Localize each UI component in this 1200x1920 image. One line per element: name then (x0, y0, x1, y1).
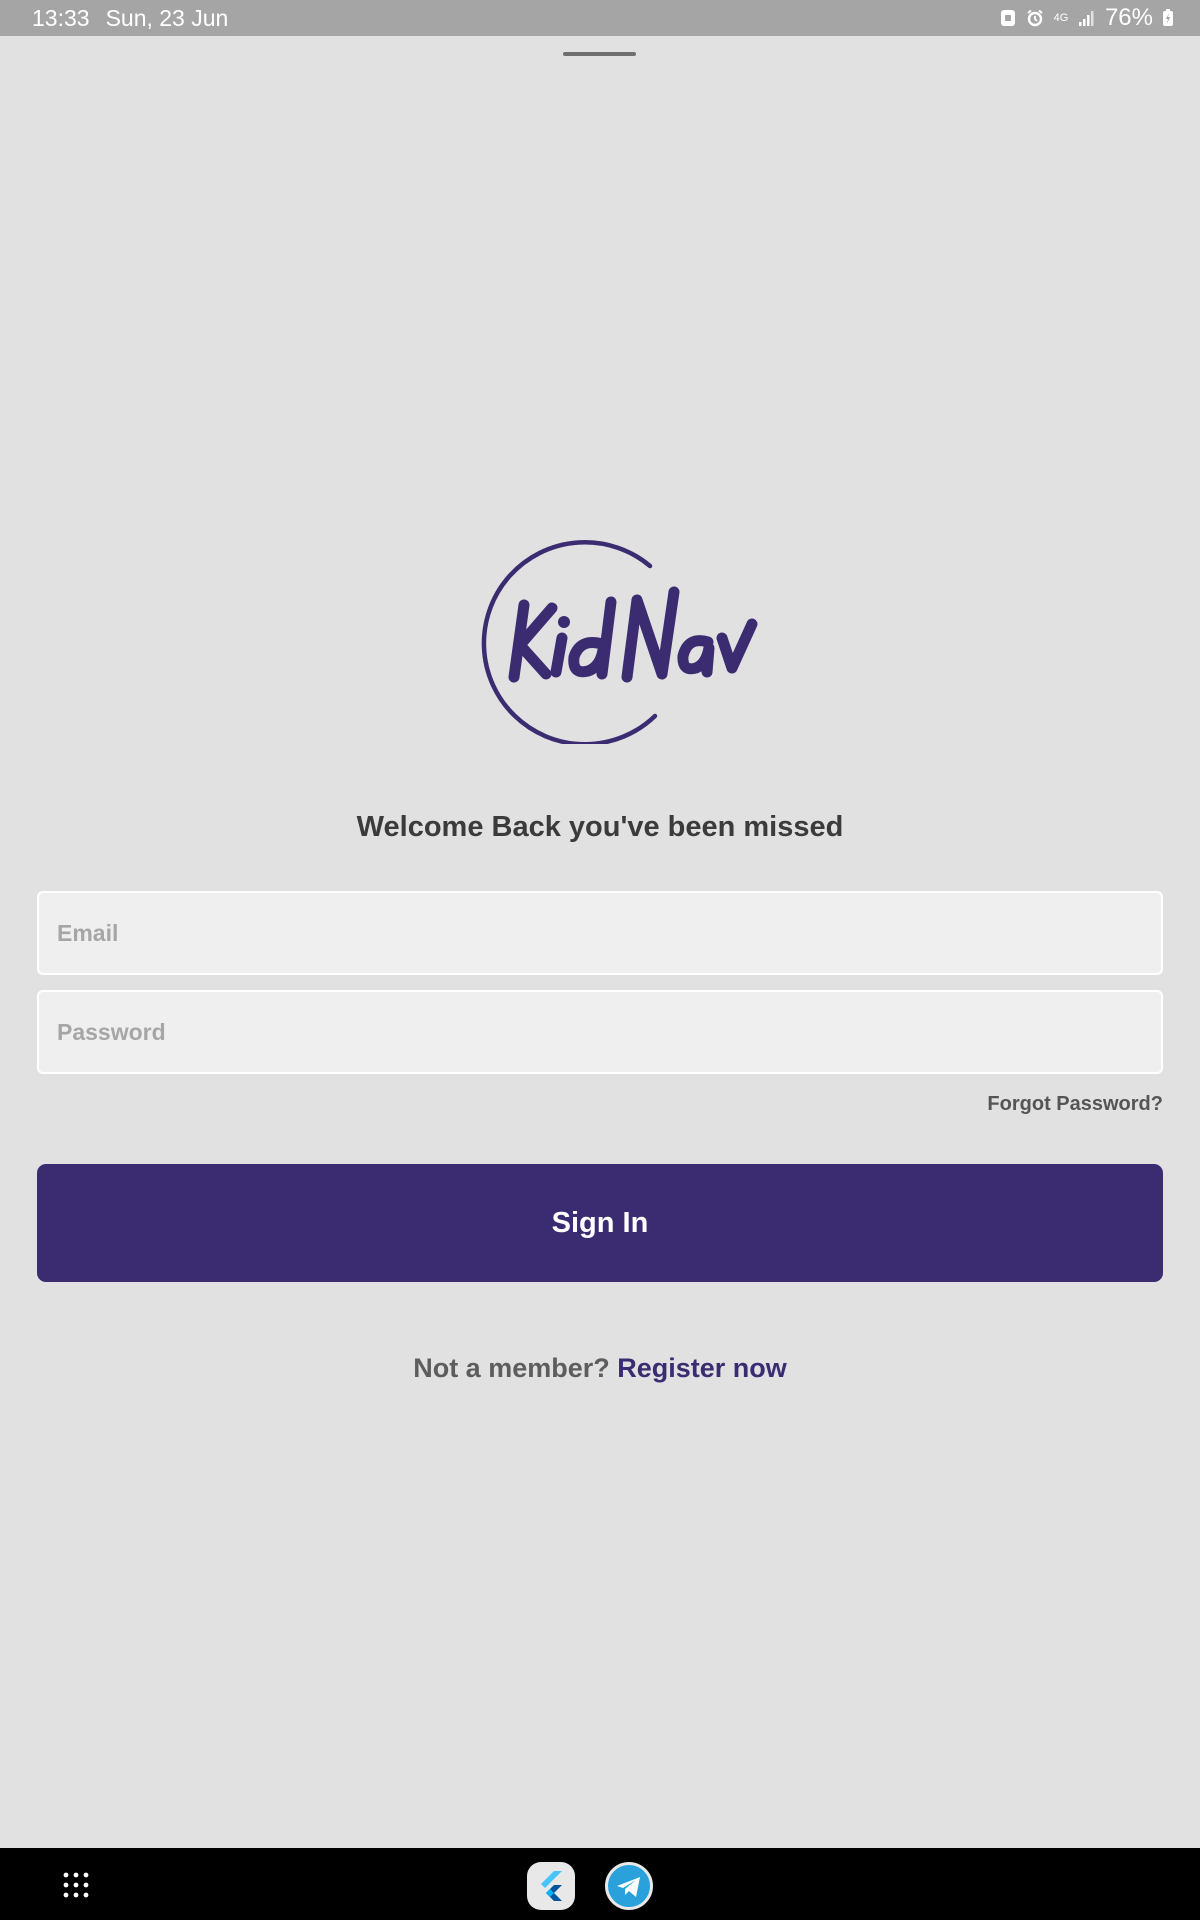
forgot-password-link[interactable]: Forgot Password? (987, 1093, 1163, 1116)
register-prefix: Not a member? (413, 1353, 610, 1383)
status-bar: 13:33 Sun, 23 Jun 4G 76% (0, 0, 1200, 36)
status-right: 4G 76% (999, 4, 1174, 32)
alarm-icon (1027, 9, 1043, 27)
register-prompt: Not a member? Register now (0, 1353, 1200, 1384)
signal-icon (1078, 11, 1094, 26)
register-now-link[interactable]: Register now (617, 1353, 787, 1383)
battery-charging-icon (1163, 9, 1173, 26)
welcome-heading: Welcome Back you've been missed (356, 811, 844, 843)
kidnav-logo (481, 540, 758, 744)
email-field[interactable] (37, 891, 1163, 975)
telegram-plane-icon (617, 1877, 640, 1897)
screenshot-icon (1000, 10, 1015, 26)
status-date: Sun, 23 Jun (105, 4, 229, 31)
taskbar (0, 1848, 1200, 1920)
password-field[interactable] (37, 990, 1163, 1074)
login-screen: 13:33 Sun, 23 Jun 4G 76% Welcome Back yo… (0, 0, 1200, 1920)
status-time: 13:33 (32, 4, 90, 31)
sign-in-button[interactable]: Sign In (37, 1164, 1163, 1282)
email-input[interactable] (57, 919, 1161, 947)
network-label: 4G (1053, 11, 1069, 24)
status-left: 13:33 Sun, 23 Jun (32, 5, 228, 32)
telegram-app-icon[interactable] (605, 1862, 653, 1910)
network-4g-icon: 4G (1053, 11, 1069, 24)
flutter-logo-icon (541, 1871, 562, 1901)
flutter-app-icon[interactable] (527, 1862, 575, 1910)
apps-grid-icon[interactable] (62, 1871, 90, 1899)
password-input[interactable] (57, 1018, 1161, 1046)
drag-handle[interactable] (563, 52, 636, 56)
battery-level: 76% (1104, 4, 1153, 31)
